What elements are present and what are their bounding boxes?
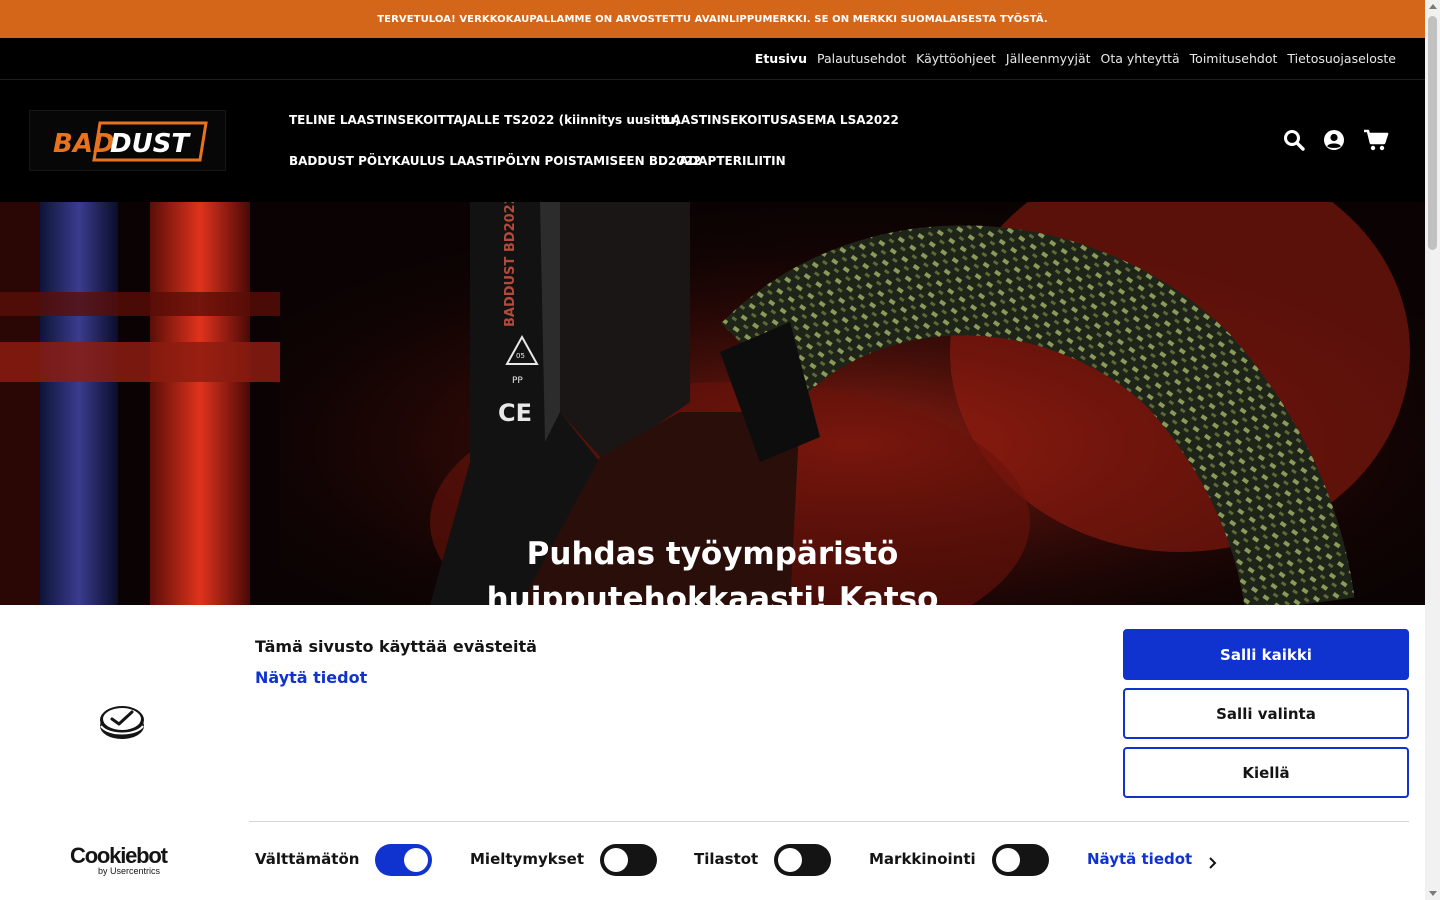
- toggle-label-preferences: Mieltymykset: [470, 850, 584, 868]
- toggle-knob: [404, 848, 428, 872]
- hero-title-line-2: huipputehokkaasti! Katso: [486, 581, 939, 605]
- hero-banner: BADDUST BD2022 05 PP CE Puhdas työympäri…: [0, 202, 1425, 605]
- logo-text-bad: BAD: [53, 129, 115, 159]
- announcement-text: TERVETULOA! VERKKOKAUPALLAMME ON ARVOSTE…: [377, 13, 1048, 25]
- nav-label-teline: TELINE LAASTINSEKOITTAJALLE TS2022: [289, 113, 555, 127]
- cookie-icon: [98, 702, 146, 746]
- cookie-title: Tämä sivusto käyttää evästeitä: [255, 637, 537, 656]
- product-print-text: BADDUST BD2022: [503, 202, 518, 327]
- allow-selection-button[interactable]: Salli valinta: [1123, 688, 1409, 739]
- nav-link-laastinsekoitusasema[interactable]: LAASTINSEKOITUSASEMA LSA2022: [664, 113, 899, 127]
- toggle-knob: [604, 848, 628, 872]
- cookie-consent-banner: Tämä sivusto käyttää evästeitä Näytä tie…: [0, 605, 1425, 900]
- cookie-details-link[interactable]: Näytä tiedot: [255, 668, 367, 687]
- account-icon[interactable]: [1322, 128, 1346, 152]
- search-icon[interactable]: [1282, 128, 1306, 152]
- baddust-logo-mark: BAD DUST: [53, 121, 208, 162]
- site-logo[interactable]: BAD DUST: [29, 110, 226, 171]
- toggle-label-marketing: Markkinointi: [869, 850, 976, 868]
- scroll-thumb[interactable]: [1428, 16, 1437, 250]
- recycle-material-text: PP: [512, 376, 523, 386]
- toggle-label-statistics: Tilastot: [694, 850, 759, 868]
- toggle-statistics[interactable]: [774, 844, 831, 876]
- nav-sublabel-teline: (kiinnitys uusittu): [558, 113, 681, 127]
- site-header: BAD DUST TELINE LAASTINSEKOITTAJALLE TS2…: [0, 80, 1425, 202]
- topnav-link-jalleenmyyjat[interactable]: Jälleenmyyjät: [1006, 51, 1091, 66]
- cart-icon[interactable]: [1363, 128, 1389, 152]
- page-scrollbar[interactable]: [1425, 0, 1440, 900]
- hero-title: Puhdas työympäristö huipputehokkaasti! K…: [0, 532, 1425, 605]
- announcement-bar: TERVETULOA! VERKKOKAUPALLAMME ON ARVOSTE…: [0, 0, 1425, 38]
- topnav-link-tietosuojaseloste[interactable]: Tietosuojaseloste: [1287, 51, 1396, 66]
- scroll-down-arrow-icon[interactable]: [1429, 891, 1437, 896]
- recycle-code-text: 05: [516, 352, 525, 360]
- cookie-more-details-link[interactable]: Näytä tiedot: [1087, 850, 1192, 868]
- scroll-up-arrow-icon[interactable]: [1429, 4, 1437, 9]
- hero-title-line-1: Puhdas työympäristö: [526, 536, 899, 572]
- topnav-link-kayttoohjeet[interactable]: Käyttöohjeet: [916, 51, 996, 66]
- toggle-knob: [778, 848, 802, 872]
- toggle-marketing[interactable]: [992, 844, 1049, 876]
- cookiebot-byline: by Usercentrics: [98, 866, 161, 876]
- nav-label-laastinsekoitusasema: LAASTINSEKOITUSASEMA LSA2022: [664, 113, 899, 127]
- nav-label-adapteriliitin: ADAPTERILIITIN: [679, 154, 786, 168]
- allow-all-button[interactable]: Salli kaikki: [1123, 629, 1409, 680]
- toggle-necessary[interactable]: [375, 844, 432, 876]
- topnav-link-etusivu[interactable]: Etusivu: [755, 51, 807, 66]
- ce-mark-text: CE: [498, 399, 532, 427]
- topnav-link-palautusehdot[interactable]: Palautusehdot: [817, 51, 906, 66]
- toggle-label-necessary: Välttämätön: [255, 850, 360, 868]
- topnav-link-toimitusehdot[interactable]: Toimitusehdot: [1190, 51, 1278, 66]
- deny-button[interactable]: Kiellä: [1123, 747, 1409, 798]
- top-utility-nav: Etusivu Palautusehdot Käyttöohjeet Jälle…: [0, 38, 1425, 80]
- topnav-link-ota-yhteytta[interactable]: Ota yhteyttä: [1101, 51, 1180, 66]
- cookiebot-logo: Cookiebot by Usercentrics: [70, 843, 168, 876]
- logo-text-dust: DUST: [110, 129, 191, 159]
- nav-link-polykaulus[interactable]: BADDUST PÖLYKAULUS LAASTIPÖLYN POISTAMIS…: [289, 154, 701, 168]
- toggle-knob: [996, 848, 1020, 872]
- nav-link-teline[interactable]: TELINE LAASTINSEKOITTAJALLE TS2022 (kiin…: [289, 113, 680, 127]
- chevron-right-icon[interactable]: [1208, 854, 1218, 873]
- cookie-divider: [249, 821, 1409, 822]
- nav-link-adapteriliitin[interactable]: ADAPTERILIITIN: [679, 154, 786, 168]
- toggle-preferences[interactable]: [600, 844, 657, 876]
- nav-label-polykaulus: BADDUST PÖLYKAULUS LAASTIPÖLYN POISTAMIS…: [289, 154, 702, 168]
